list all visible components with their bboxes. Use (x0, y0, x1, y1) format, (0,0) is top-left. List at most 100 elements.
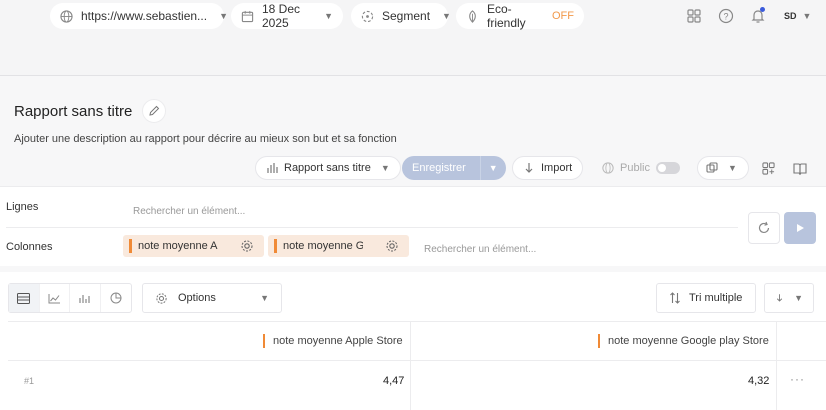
rows-search-input[interactable]: Rechercher un élément... (133, 206, 245, 217)
column-header-label: note moyenne Apple Store (273, 335, 403, 347)
pie-chart-icon (110, 292, 122, 304)
play-icon (797, 224, 804, 232)
gear-icon[interactable] (385, 239, 399, 253)
calendar-icon (241, 10, 254, 22)
refresh-icon (758, 221, 770, 234)
download-arrow-icon (776, 294, 783, 302)
options-label: Options (178, 292, 216, 304)
date-selector[interactable]: 18 Dec 2025 ▼ (231, 2, 343, 30)
row-number: #1 (24, 376, 35, 386)
column-header[interactable]: note moyenne Google play Store (598, 334, 769, 348)
segment-label: Segment (382, 9, 431, 23)
avatar: SD (784, 11, 797, 21)
report-select-label: Rapport sans titre (284, 162, 371, 174)
options-dropdown[interactable]: Options ▼ (142, 283, 282, 313)
column-marker (598, 334, 600, 348)
multi-sort-button[interactable]: Tri multiple (656, 283, 756, 313)
chevron-down-icon: ▼ (794, 293, 803, 303)
gear-icon (156, 292, 167, 304)
report-description[interactable]: Ajouter une description au rapport pour … (14, 133, 397, 145)
chevron-down-icon[interactable]: ▼ (479, 156, 506, 180)
line-chart-view-button[interactable] (40, 284, 70, 312)
save-button[interactable]: Enregistrer ▼ (402, 156, 506, 180)
report-title: Rapport sans titre (14, 103, 133, 120)
column-marker (263, 334, 265, 348)
columns-label: Colonnes (6, 241, 53, 253)
edit-title-button[interactable] (142, 99, 166, 123)
chevron-down-icon: ▼ (802, 11, 812, 21)
chip-label: note moyenne Google play Store (283, 240, 363, 252)
chip-marker (274, 239, 277, 253)
chip-label: note moyenne Apple Store (138, 240, 218, 252)
column-header-label: note moyenne Google play Store (608, 335, 769, 347)
download-arrow-icon (525, 163, 533, 173)
column-separator (410, 322, 411, 410)
date-label: 18 Dec 2025 (262, 2, 301, 30)
segment-icon (361, 10, 374, 22)
rows-label: Lignes (6, 201, 39, 213)
chevron-down-icon: ▼ (219, 11, 228, 21)
row-menu-button[interactable]: ··· (790, 372, 805, 386)
column-separator (776, 322, 777, 410)
divider (8, 321, 826, 322)
import-button[interactable]: Import (512, 156, 584, 180)
eco-label: Eco-friendly (487, 2, 526, 30)
dimension-builder: Lignes Rechercher un élément... Colonnes… (0, 186, 826, 266)
table-view-button[interactable] (9, 284, 40, 312)
results-panel: Options ▼ Tri multiple ▼ note moyenne Ap… (0, 272, 826, 410)
public-switch[interactable] (655, 162, 680, 174)
pencil-icon (149, 105, 160, 116)
line-chart-icon (48, 293, 60, 303)
run-button[interactable] (784, 212, 816, 244)
multi-sort-label: Tri multiple (689, 292, 743, 304)
public-label: Public (620, 162, 650, 174)
columns-search-input[interactable]: Rechercher un élément... (424, 244, 536, 255)
reset-button[interactable] (748, 212, 780, 244)
site-url: https://www.sebastien... (81, 9, 208, 23)
globe-icon (60, 9, 73, 23)
bar-chart-icon (267, 163, 278, 173)
duplicate-menu[interactable]: ▼ (697, 156, 749, 180)
site-selector[interactable]: https://www.sebastien... ▼ (50, 3, 228, 29)
bar-chart-icon (79, 294, 90, 303)
svg-text:?: ? (723, 12, 728, 22)
report-header: Rapport sans titre Ajouter une descripti… (0, 76, 826, 186)
view-switcher (8, 283, 132, 313)
leaf-icon (469, 9, 476, 23)
user-menu[interactable]: SD ▼ (778, 3, 816, 29)
table-icon (17, 292, 31, 304)
add-widget-icon[interactable] (762, 162, 775, 175)
export-button[interactable]: ▼ (764, 283, 814, 313)
divider (6, 227, 738, 228)
sort-icon (670, 292, 680, 304)
report-select[interactable]: Rapport sans titre ▼ (255, 156, 401, 180)
bar-chart-view-button[interactable] (70, 284, 101, 312)
chip-marker (129, 239, 132, 253)
table-cell: 4,32 (748, 375, 770, 387)
divider (8, 360, 826, 361)
column-header[interactable]: note moyenne Apple Store (263, 334, 403, 348)
import-label: Import (541, 162, 573, 174)
eco-state: OFF (552, 10, 574, 22)
segment-selector[interactable]: Segment ▼ (351, 3, 451, 29)
save-label: Enregistrer (412, 162, 466, 174)
table-cell: 4,47 (383, 375, 405, 387)
notification-dot (760, 7, 765, 12)
column-chip[interactable]: note moyenne Google play Store (268, 235, 409, 257)
apps-grid-icon[interactable] (686, 8, 702, 24)
gear-icon[interactable] (240, 239, 254, 253)
chevron-down-icon: ▼ (380, 163, 390, 173)
eco-friendly-toggle[interactable]: Eco-friendly OFF (456, 2, 584, 30)
column-chip[interactable]: note moyenne Apple Store (123, 235, 264, 257)
book-icon[interactable] (793, 162, 807, 175)
copy-icon (706, 162, 718, 173)
chevron-down-icon: ▼ (442, 11, 451, 21)
top-bar: https://www.sebastien... ▼ 18 Dec 2025 ▼… (0, 0, 826, 76)
globe-icon (602, 162, 614, 174)
pie-chart-view-button[interactable] (101, 284, 131, 312)
chevron-down-icon: ▼ (324, 11, 333, 21)
public-toggle[interactable]: Public (592, 156, 690, 180)
help-icon[interactable]: ? (718, 8, 734, 24)
chevron-down-icon: ▼ (260, 293, 269, 303)
chevron-down-icon: ▼ (728, 163, 737, 173)
